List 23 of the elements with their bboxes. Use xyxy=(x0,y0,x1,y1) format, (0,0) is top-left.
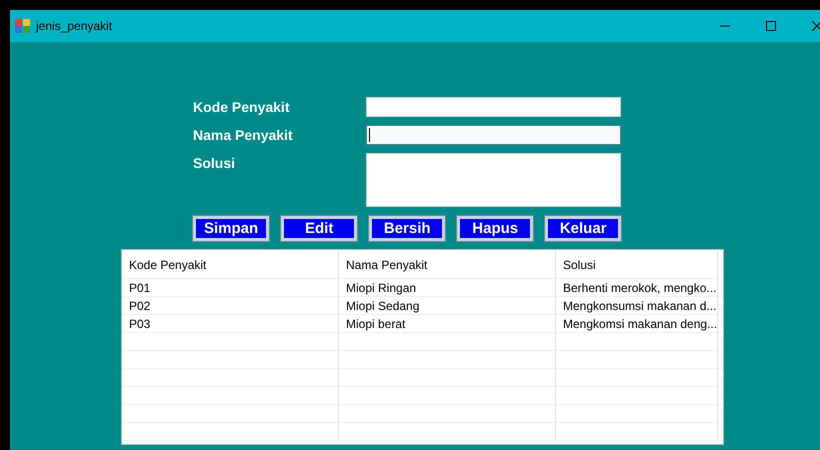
field-label: Nama Penyakit xyxy=(193,126,294,145)
input-field[interactable] xyxy=(366,125,621,145)
table-cell: P02 xyxy=(122,297,339,315)
column-header[interactable]: Solusi xyxy=(556,250,718,279)
action-button[interactable]: Edit xyxy=(281,216,358,241)
table-cell: Mengkonsumsi makanan d... xyxy=(556,297,718,315)
action-button[interactable]: Simpan xyxy=(193,216,270,241)
field-label: Solusi xyxy=(193,154,236,173)
action-button[interactable]: Hapus xyxy=(457,216,534,241)
action-button[interactable]: Keluar xyxy=(545,216,622,241)
table-cell: Mengkomsi makanan deng... xyxy=(556,315,718,333)
action-button[interactable]: Bersih xyxy=(369,216,446,241)
window-title: jenis_penyakit xyxy=(36,19,114,33)
table-cell: P03 xyxy=(122,315,339,333)
table-cell: Miopi berat xyxy=(339,315,556,333)
column-header[interactable]: Kode Penyakit xyxy=(122,250,339,279)
app-icon xyxy=(15,19,30,33)
table-cell: Miopi Ringan xyxy=(339,279,556,297)
table-cell: Miopi Sedang xyxy=(339,297,556,315)
table-cell: P01 xyxy=(122,279,339,297)
field-label: Kode Penyakit xyxy=(193,98,290,117)
table-cell: Berhenti merokok, mengko... xyxy=(556,279,718,297)
column-header[interactable]: Nama Penyakit xyxy=(339,250,556,279)
